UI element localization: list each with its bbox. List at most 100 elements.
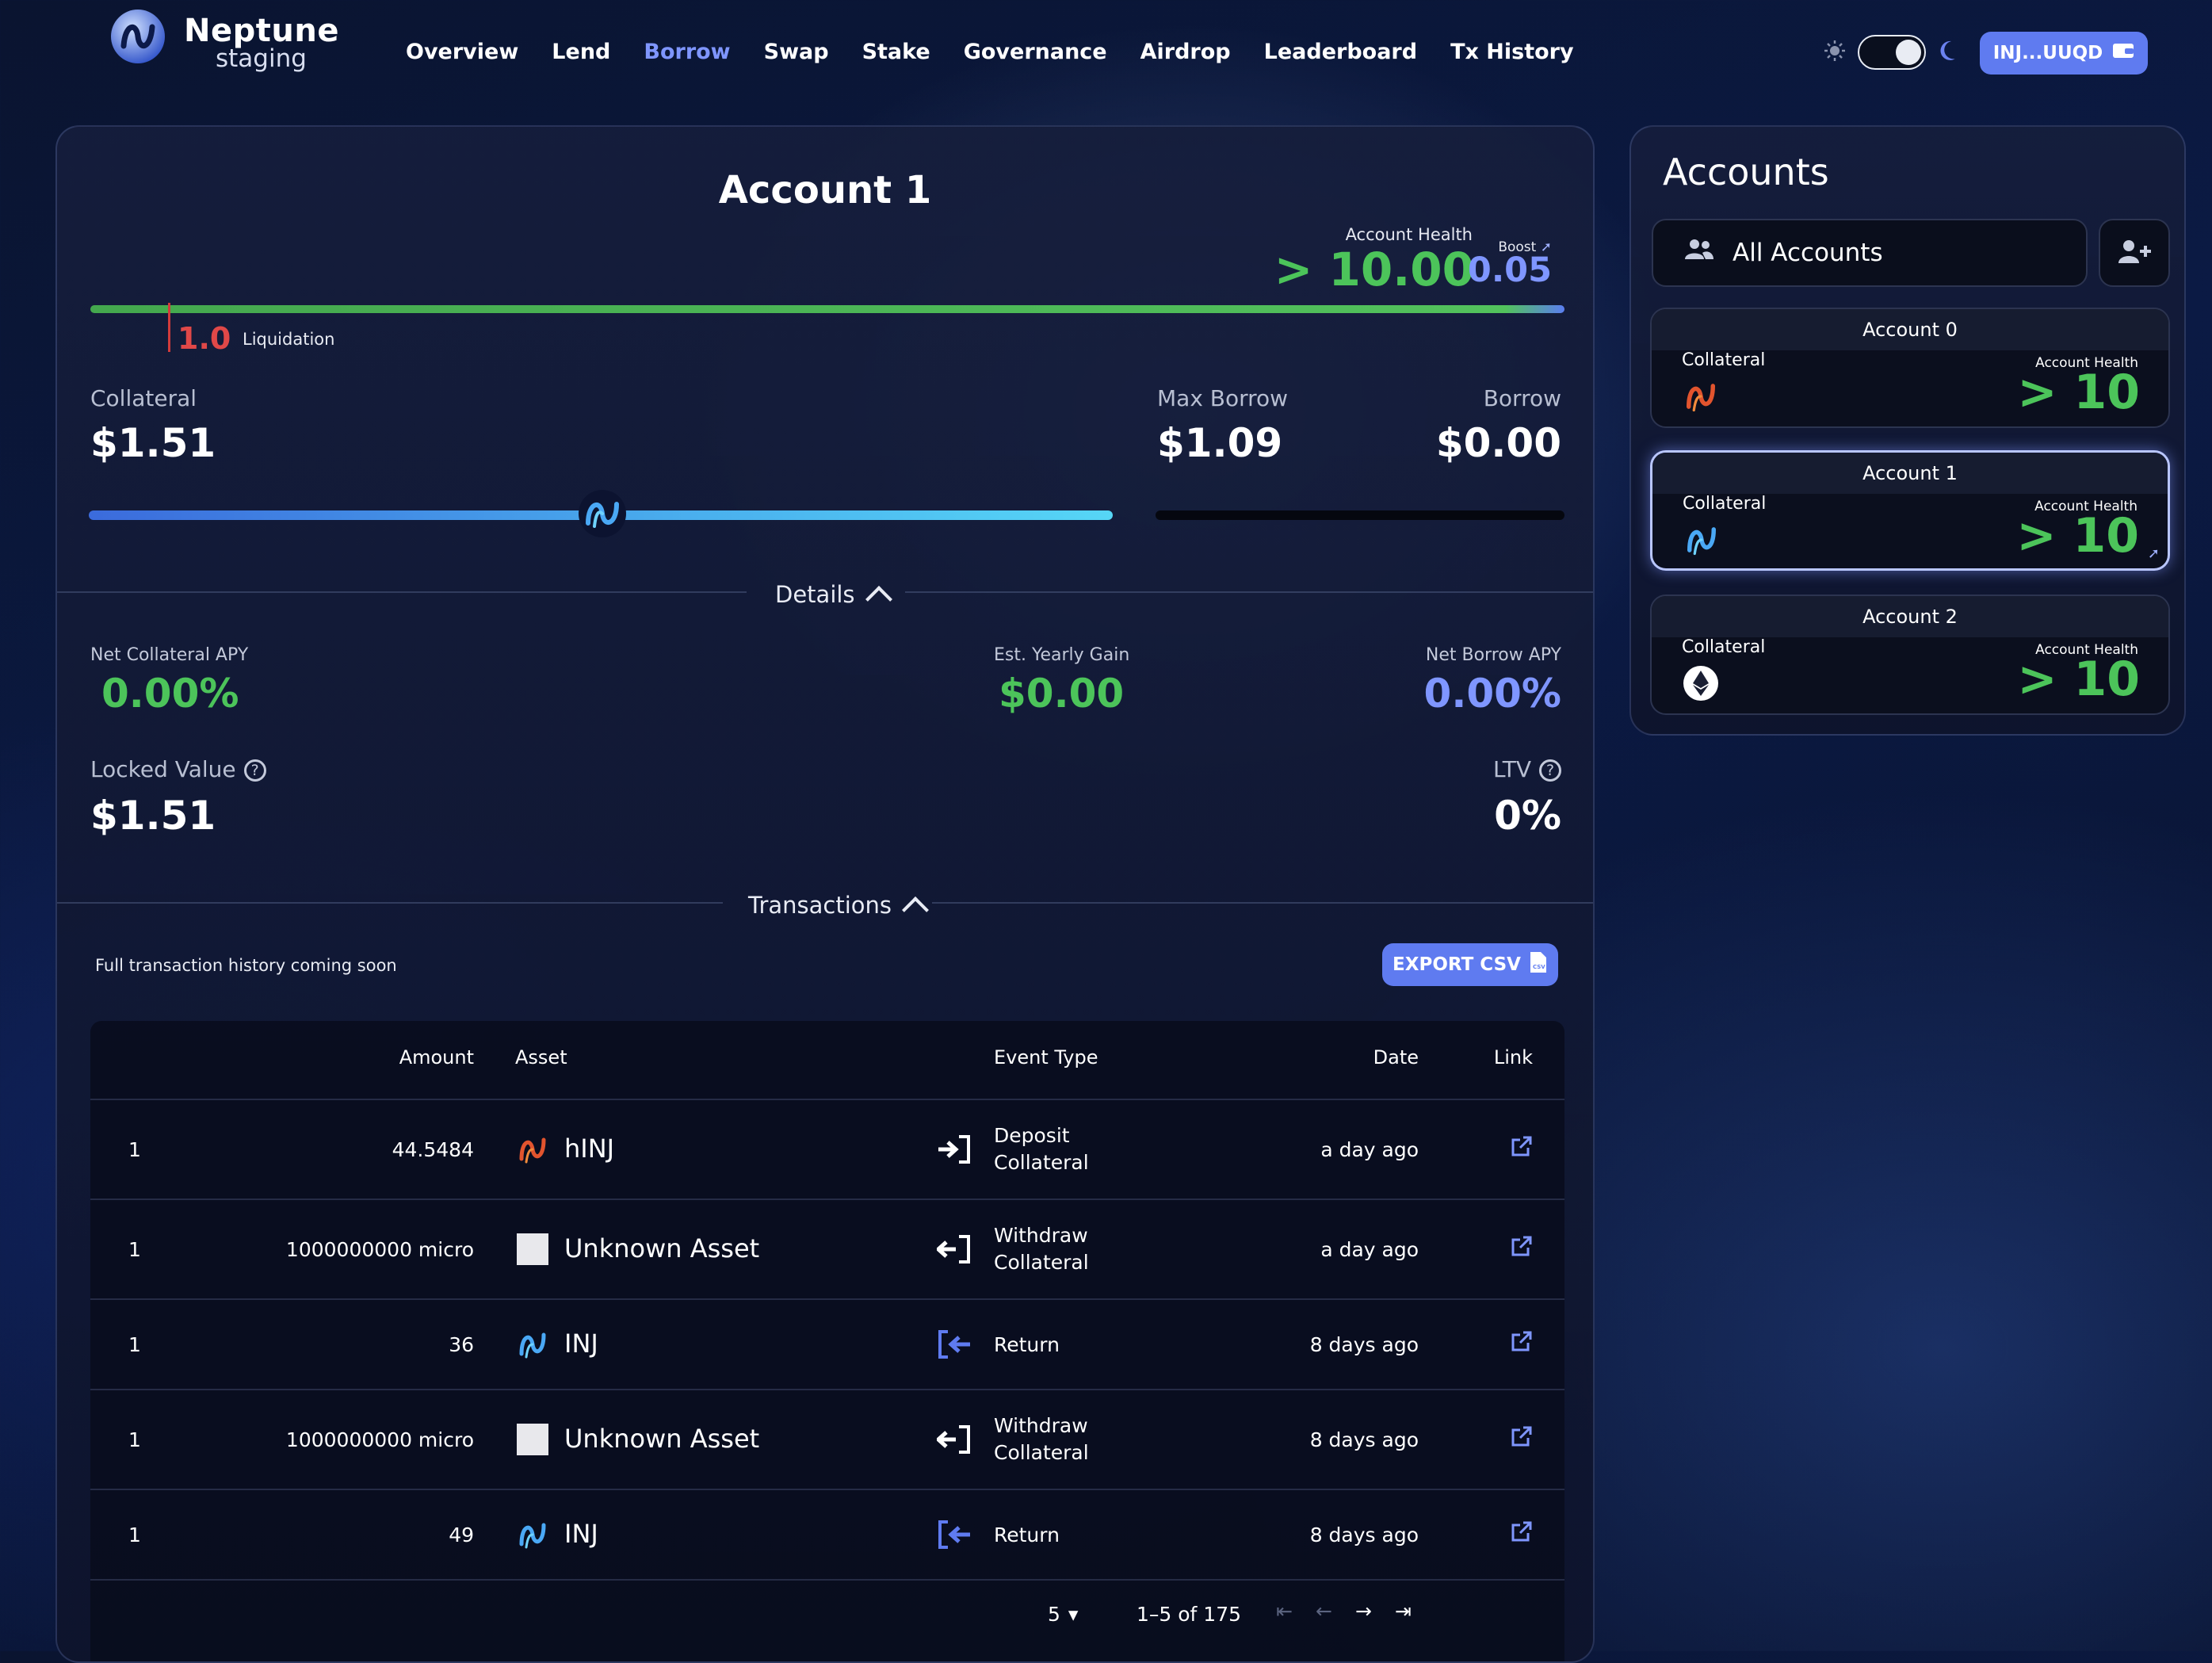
health-bar [90,305,1564,313]
rows-per-page-select[interactable]: 5 ▾ [1048,1603,1078,1626]
moon-icon [1937,39,1958,66]
net-collateral-apy-value: 0.00% [101,671,239,717]
row-index: 1 [128,1138,141,1161]
row-date: 8 days ago [1309,1428,1419,1451]
wallet-button[interactable]: INJ...UUQD [1980,32,2148,75]
account-card-health-value: > 10 [2016,508,2139,564]
col-date[interactable]: Date [1373,1046,1419,1069]
inj-icon[interactable] [577,488,628,539]
row-event: Deposit Collateral [994,1124,1089,1174]
external-link-icon[interactable] [1511,1520,1533,1546]
details-toggle[interactable]: Details [775,580,892,613]
theme-switcher [1823,35,1958,70]
col-amount[interactable]: Amount [399,1046,474,1069]
export-csv-button[interactable]: EXPORT CSV CSV [1382,943,1558,986]
liquidation-marker [168,303,170,352]
row-asset: INJ [564,1519,598,1549]
hinj-icon [1682,377,1720,415]
borrow-value: $0.00 [1435,420,1561,466]
row-index: 1 [128,1238,141,1261]
transactions-toggle[interactable]: Transactions [748,891,929,923]
table-row[interactable]: 1 36 INJ Return 8 days ago [90,1298,1564,1390]
table-row[interactable]: 1 1000000000 micro Unknown Asset Withdra… [90,1199,1564,1300]
borrow-slider-track[interactable] [1156,510,1564,520]
svg-text:CSV: CSV [1533,964,1545,970]
rows-per-page-value: 5 [1048,1603,1060,1626]
nav-airdrop[interactable]: Airdrop [1140,40,1231,64]
row-asset: INJ [564,1328,598,1359]
details-divider-right [905,591,1593,593]
nav-stake[interactable]: Stake [862,40,930,64]
next-page-icon[interactable]: → [1355,1600,1372,1623]
withdraw-icon [935,1424,973,1455]
details-title: Details [775,581,855,608]
row-event: Withdraw Collateral [994,1414,1089,1464]
return-icon [937,1328,973,1360]
external-link-icon[interactable] [1511,1330,1533,1355]
row-index: 1 [128,1333,141,1356]
col-event-type[interactable]: Event Type [994,1046,1098,1069]
account-card-collateral-label: Collateral [1682,637,1766,657]
nav-governance[interactable]: Governance [964,40,1107,64]
row-event: Return [994,1523,1060,1546]
nav-overview[interactable]: Overview [406,40,518,64]
nav-borrow[interactable]: Borrow [644,40,730,64]
table-row[interactable]: 1 44.5484 hINJ Deposit Collateral a day a… [90,1099,1564,1200]
row-asset: Unknown Asset [564,1233,760,1263]
table-row[interactable]: 1 49 INJ Return 8 days ago [90,1489,1564,1581]
first-page-icon[interactable]: ⇤ [1276,1600,1293,1623]
deposit-icon [937,1134,973,1165]
nav-leaderboard[interactable]: Leaderboard [1264,40,1417,64]
chevron-up-icon [902,896,929,923]
collateral-value: $1.51 [90,420,216,466]
pagination-range: 1–5 of 175 [1137,1603,1242,1626]
row-date: 8 days ago [1309,1523,1419,1546]
account-card-2[interactable]: Account 2 Collateral Account Health > 10 [1650,594,2170,715]
row-index: 1 [128,1523,141,1546]
account-card-health-value: > 10 [2017,652,2140,707]
nav-tx-history[interactable]: Tx History [1450,40,1574,64]
external-link-icon[interactable] [1511,1425,1533,1451]
external-link-icon[interactable] [1511,1135,1533,1160]
chevron-up-icon [865,586,892,613]
account-card-0[interactable]: Account 0 Collateral Account Health > 10 [1650,308,2170,428]
col-link: Link [1493,1046,1533,1069]
unknown-asset-icon [517,1424,548,1455]
nav-lend[interactable]: Lend [552,40,610,64]
transactions-title: Transactions [748,892,892,919]
neptune-logo-icon[interactable] [109,8,166,65]
add-account-button[interactable] [2099,219,2170,287]
withdraw-icon [935,1233,973,1265]
row-date: a day ago [1320,1238,1419,1261]
unknown-asset-icon [517,1233,548,1265]
rocket-icon: ➚ [2147,545,2160,562]
return-icon [937,1519,973,1550]
toggle-knob [1896,40,1921,65]
accounts-panel: Accounts All Accounts Account 0 Collater… [1629,125,2186,736]
all-accounts-button[interactable]: All Accounts [1652,219,2088,287]
row-asset: Unknown Asset [564,1424,760,1454]
account-card-1[interactable]: Account 1 Collateral Account Health > 10… [1650,450,2170,571]
row-amount: 1000000000 micro [285,1238,474,1261]
account-card-name: Account 2 [1652,596,2168,637]
inj-icon [515,1327,550,1365]
wallet-icon [2112,42,2134,64]
caret-down-icon: ▾ [1068,1603,1079,1626]
col-asset[interactable]: Asset [515,1046,567,1069]
prev-page-icon[interactable]: ← [1316,1600,1332,1623]
liquidation-label: Liquidation [243,330,335,349]
liquidation-value: 1.0 [178,321,231,356]
account-card-collateral-label: Collateral [1682,350,1766,370]
last-page-icon[interactable]: ⇥ [1395,1600,1412,1623]
eth-icon [1682,664,1720,702]
nav-swap[interactable]: Swap [764,40,829,64]
main-nav: Overview Lend Borrow Swap Stake Governan… [406,40,1607,64]
inj-icon [1683,521,1721,559]
transactions-note: Full transaction history coming soon [95,956,397,975]
theme-toggle[interactable] [1858,35,1926,70]
row-amount: 49 [449,1523,474,1546]
external-link-icon[interactable] [1511,1235,1533,1260]
table-row[interactable]: 1 1000000000 micro Unknown Asset Withdra… [90,1389,1564,1490]
help-icon[interactable]: ? [1539,759,1561,782]
help-icon[interactable]: ? [243,759,266,782]
